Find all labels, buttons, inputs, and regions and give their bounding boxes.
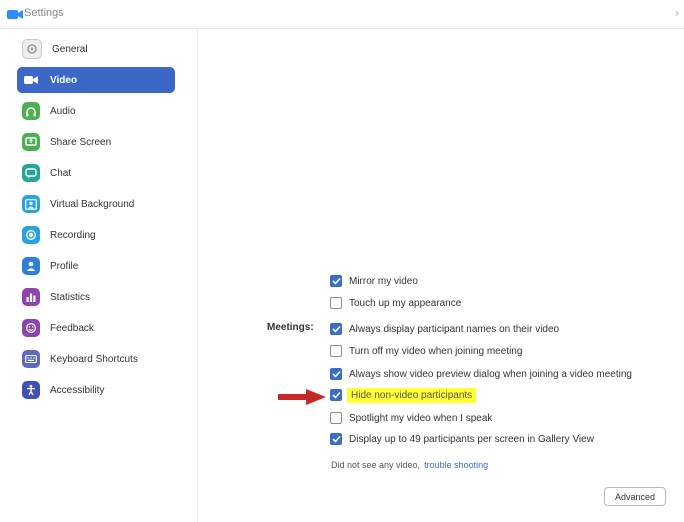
checkbox-checked[interactable] (330, 275, 342, 287)
checkbox-unchecked[interactable] (330, 297, 342, 309)
sidebar-item-feedback[interactable]: Feedback (17, 315, 175, 341)
settings-sidebar: General Video Audio Share Screen Chat Vi… (0, 29, 198, 522)
sidebar-item-label: Virtual Background (50, 198, 135, 210)
spotlight-video-option[interactable]: Spotlight my video when I speak (330, 410, 492, 426)
sidebar-item-virtual-background[interactable]: Virtual Background (17, 191, 175, 217)
sidebar-item-keyboard-shortcuts[interactable]: Keyboard Shortcuts (17, 346, 175, 372)
sidebar-item-chat[interactable]: Chat (17, 160, 175, 186)
bar-chart-icon (22, 288, 40, 306)
title-bar: Settings › (0, 0, 684, 29)
option-label: Spotlight my video when I speak (349, 412, 493, 424)
sidebar-item-share-screen[interactable]: Share Screen (17, 129, 175, 155)
checkbox-unchecked[interactable] (330, 412, 342, 424)
mirror-video-option[interactable]: Mirror my video (330, 273, 418, 289)
video-preview-dialog-option[interactable]: Always show video preview dialog when jo… (330, 366, 632, 382)
person-background-icon (22, 195, 40, 213)
sidebar-item-video[interactable]: Video (17, 67, 175, 93)
sidebar-item-label: Video (50, 74, 78, 86)
help-text: Did not see any video, (331, 460, 421, 470)
gallery-view-49-option[interactable]: Display up to 49 participants per screen… (330, 431, 594, 447)
sidebar-item-general[interactable]: General (17, 36, 175, 62)
option-label: Touch up my appearance (349, 297, 462, 309)
checkbox-checked[interactable] (330, 323, 342, 335)
keyboard-icon (22, 350, 40, 368)
option-label: Always show video preview dialog when jo… (349, 368, 632, 380)
video-camera-icon (22, 71, 40, 89)
checkbox-checked[interactable] (330, 368, 342, 380)
sidebar-item-accessibility[interactable]: Accessibility (17, 377, 175, 403)
chat-bubble-icon (22, 164, 40, 182)
red-arrow-icon (278, 389, 326, 405)
sidebar-item-label: Chat (50, 167, 72, 179)
sidebar-item-label: Accessibility (50, 384, 105, 396)
option-label-highlighted: Hide non-video participants (347, 387, 477, 403)
sidebar-item-label: Profile (50, 260, 79, 272)
share-screen-icon (22, 133, 40, 151)
sidebar-item-profile[interactable]: Profile (17, 253, 175, 279)
display-participant-names-option[interactable]: Always display participant names on thei… (330, 321, 559, 337)
option-label: Display up to 49 participants per screen… (349, 433, 594, 445)
zoom-logo-icon (7, 10, 23, 19)
checkbox-checked[interactable] (330, 433, 342, 445)
gear-icon (22, 39, 42, 59)
video-settings-panel (198, 29, 684, 522)
chevron-right-icon[interactable]: › (675, 6, 679, 20)
option-label: Always display participant names on thei… (349, 323, 560, 335)
sidebar-item-label: Audio (50, 105, 76, 117)
option-label: Turn off my video when joining meeting (349, 345, 523, 357)
sidebar-item-label: Share Screen (50, 136, 112, 148)
window-title: Settings (24, 7, 64, 19)
sidebar-item-label: Statistics (50, 291, 91, 303)
profile-icon (22, 257, 40, 275)
meetings-section-label: Meetings: (267, 322, 314, 333)
sidebar-item-label: Keyboard Shortcuts (50, 353, 138, 365)
checkbox-checked[interactable] (330, 389, 342, 401)
sidebar-item-statistics[interactable]: Statistics (17, 284, 175, 310)
troubleshooting-help: Did not see any video, trouble shooting (331, 460, 488, 470)
turn-off-video-option[interactable]: Turn off my video when joining meeting (330, 343, 522, 359)
checkbox-unchecked[interactable] (330, 345, 342, 357)
sidebar-item-audio[interactable]: Audio (17, 98, 175, 124)
sidebar-item-label: Feedback (50, 322, 94, 334)
trouble-shooting-link[interactable]: trouble shooting (424, 460, 488, 470)
sidebar-item-label: General (52, 43, 88, 55)
option-label: Mirror my video (349, 275, 418, 287)
accessibility-icon (22, 381, 40, 399)
smiley-icon (22, 319, 40, 337)
hide-non-video-participants-option[interactable]: Hide non-video participants (330, 387, 477, 403)
headphones-icon (22, 102, 40, 120)
touch-up-appearance-option[interactable]: Touch up my appearance (330, 295, 461, 311)
record-icon (22, 226, 40, 244)
advanced-button[interactable]: Advanced (604, 487, 666, 506)
sidebar-item-recording[interactable]: Recording (17, 222, 175, 248)
sidebar-item-label: Recording (50, 229, 96, 241)
